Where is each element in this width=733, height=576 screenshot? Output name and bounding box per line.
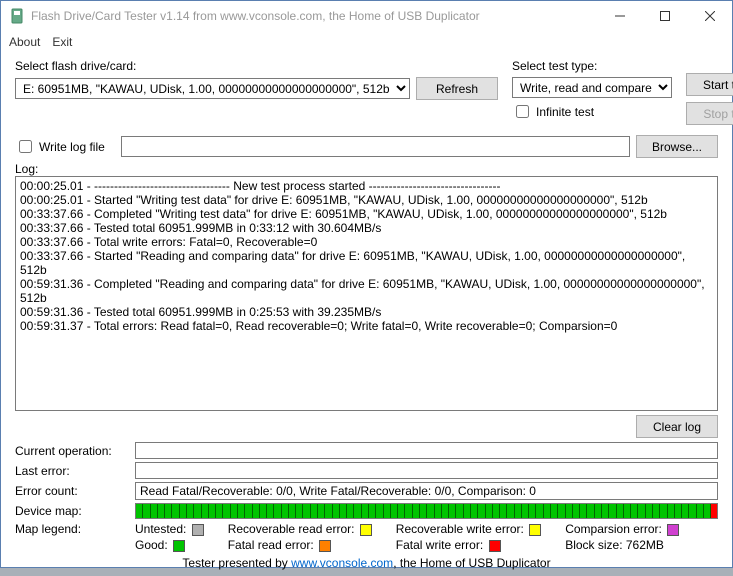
maximize-button[interactable] — [642, 1, 687, 31]
swatch-good — [173, 540, 185, 552]
device-map — [135, 503, 718, 519]
device-map-label: Device map: — [15, 504, 135, 518]
test-type-select[interactable]: Write, read and compare — [512, 77, 672, 98]
select-drive-label: Select flash drive/card: — [15, 59, 498, 73]
minimize-button[interactable] — [597, 1, 642, 31]
refresh-button[interactable]: Refresh — [416, 77, 498, 100]
swatch-recov-write — [529, 524, 541, 536]
clear-log-button[interactable]: Clear log — [636, 415, 718, 438]
menubar: About Exit — [1, 31, 732, 53]
window-title: Flash Drive/Card Tester v1.14 from www.v… — [31, 9, 597, 23]
swatch-fatal-write — [489, 540, 501, 552]
app-icon — [9, 8, 25, 24]
swatch-fatal-read — [319, 540, 331, 552]
legend-compar: Comparsion error: — [565, 522, 662, 536]
legend-recov-read: Recoverable read error: — [228, 522, 355, 536]
legend-recov-write: Recoverable write error: — [396, 522, 524, 536]
log-textarea[interactable]: 00:00:25.01 - --------------------------… — [15, 176, 718, 411]
legend-fatal-read: Fatal read error: — [228, 538, 314, 552]
map-legend-label: Map legend: — [15, 522, 135, 536]
error-count-label: Error count: — [15, 484, 135, 498]
current-op-label: Current operation: — [15, 444, 135, 458]
current-op-value — [135, 442, 718, 459]
drive-select[interactable]: E: 60951MB, "KAWAU, UDisk, 1.00, 0000000… — [15, 78, 410, 99]
write-log-checkbox[interactable]: Write log file — [15, 137, 115, 156]
swatch-recov-read — [360, 524, 372, 536]
swatch-untested — [192, 524, 204, 536]
last-error-value — [135, 462, 718, 479]
log-file-input[interactable] — [121, 136, 630, 157]
infinite-test-checkbox[interactable]: Infinite test — [512, 102, 672, 121]
menu-exit[interactable]: Exit — [52, 35, 72, 49]
last-error-label: Last error: — [15, 464, 135, 478]
swatch-compar — [667, 524, 679, 536]
legend-good: Good: — [135, 538, 168, 552]
browse-button[interactable]: Browse... — [636, 135, 718, 158]
stop-test-button[interactable]: Stop test — [686, 102, 733, 125]
legend-fatal-write: Fatal write error: — [396, 538, 483, 552]
log-label: Log: — [15, 162, 38, 176]
start-test-button[interactable]: Start test — [686, 73, 733, 96]
legend-block: Block size: 762MB — [565, 538, 679, 552]
error-count-value: Read Fatal/Recoverable: 0/0, Write Fatal… — [135, 482, 718, 500]
app-window: Flash Drive/Card Tester v1.14 from www.v… — [0, 0, 733, 568]
close-button[interactable] — [687, 1, 732, 31]
menu-about[interactable]: About — [9, 35, 40, 49]
select-test-label: Select test type: — [512, 59, 672, 73]
legend-untested: Untested: — [135, 522, 186, 536]
titlebar: Flash Drive/Card Tester v1.14 from www.v… — [1, 1, 732, 31]
